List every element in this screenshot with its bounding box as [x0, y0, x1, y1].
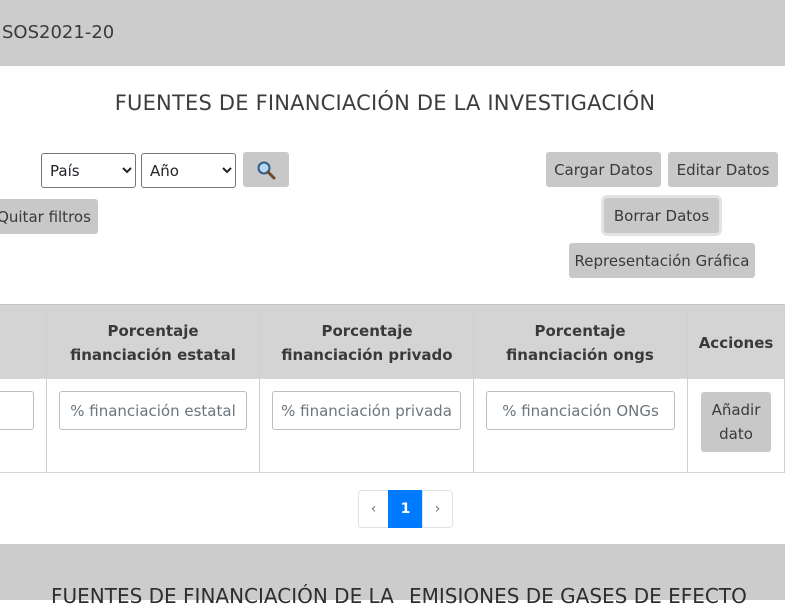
country-select[interactable]: País [41, 153, 136, 188]
load-data-button[interactable]: Cargar Datos [546, 152, 661, 187]
column-header-private: Porcentaje financiación privado [281, 322, 453, 364]
pagination-prev[interactable]: ‹ [358, 490, 389, 528]
pagination-page-current[interactable]: 1 [388, 490, 423, 528]
search-icon [257, 161, 276, 179]
private-funding-input[interactable] [272, 391, 461, 430]
pagination: ‹ 1 › [358, 490, 453, 528]
column-header-state: Porcentaje financiación estatal [70, 322, 236, 364]
search-button[interactable] [243, 152, 289, 187]
table-bottom-border [0, 472, 785, 473]
delete-data-button[interactable]: Borrar Datos [604, 198, 719, 233]
column-divider [473, 304, 474, 473]
page-title: FUENTES DE FINANCIACIÓN DE LA INVESTIGAC… [114, 91, 656, 115]
footer-link-research-funding[interactable]: FUENTES DE FINANCIACIÓN DE LA [51, 584, 394, 608]
column-header-ngo: Porcentaje financiación ongs [506, 322, 654, 364]
year-select[interactable]: Año [141, 153, 236, 188]
footer: FUENTES DE FINANCIACIÓN DE LA EMISIONES … [0, 544, 785, 608]
add-data-button[interactable]: Añadir dato [701, 392, 771, 452]
footer-link-greenhouse-emissions[interactable]: EMISIONES DE GASES DE EFECTO [409, 584, 747, 608]
pagination-next[interactable]: › [422, 490, 453, 528]
column-divider [687, 304, 688, 473]
column-header-actions: Acciones [698, 334, 774, 352]
column-divider [259, 304, 260, 473]
column-divider [784, 304, 785, 473]
table-header-divider [0, 378, 785, 379]
previous-column-input[interactable] [0, 391, 34, 430]
clear-filters-button[interactable]: Quitar filtros [0, 199, 98, 234]
state-funding-input[interactable] [59, 391, 247, 430]
navbar-brand[interactable]: SOS2021-20 [2, 22, 114, 43]
edit-data-button[interactable]: Editar Datos [668, 152, 778, 187]
column-divider [46, 304, 47, 473]
ngo-funding-input[interactable] [486, 391, 675, 430]
chart-button[interactable]: Representación Gráfica [569, 243, 755, 278]
navbar: SOS2021-20 [0, 0, 785, 66]
